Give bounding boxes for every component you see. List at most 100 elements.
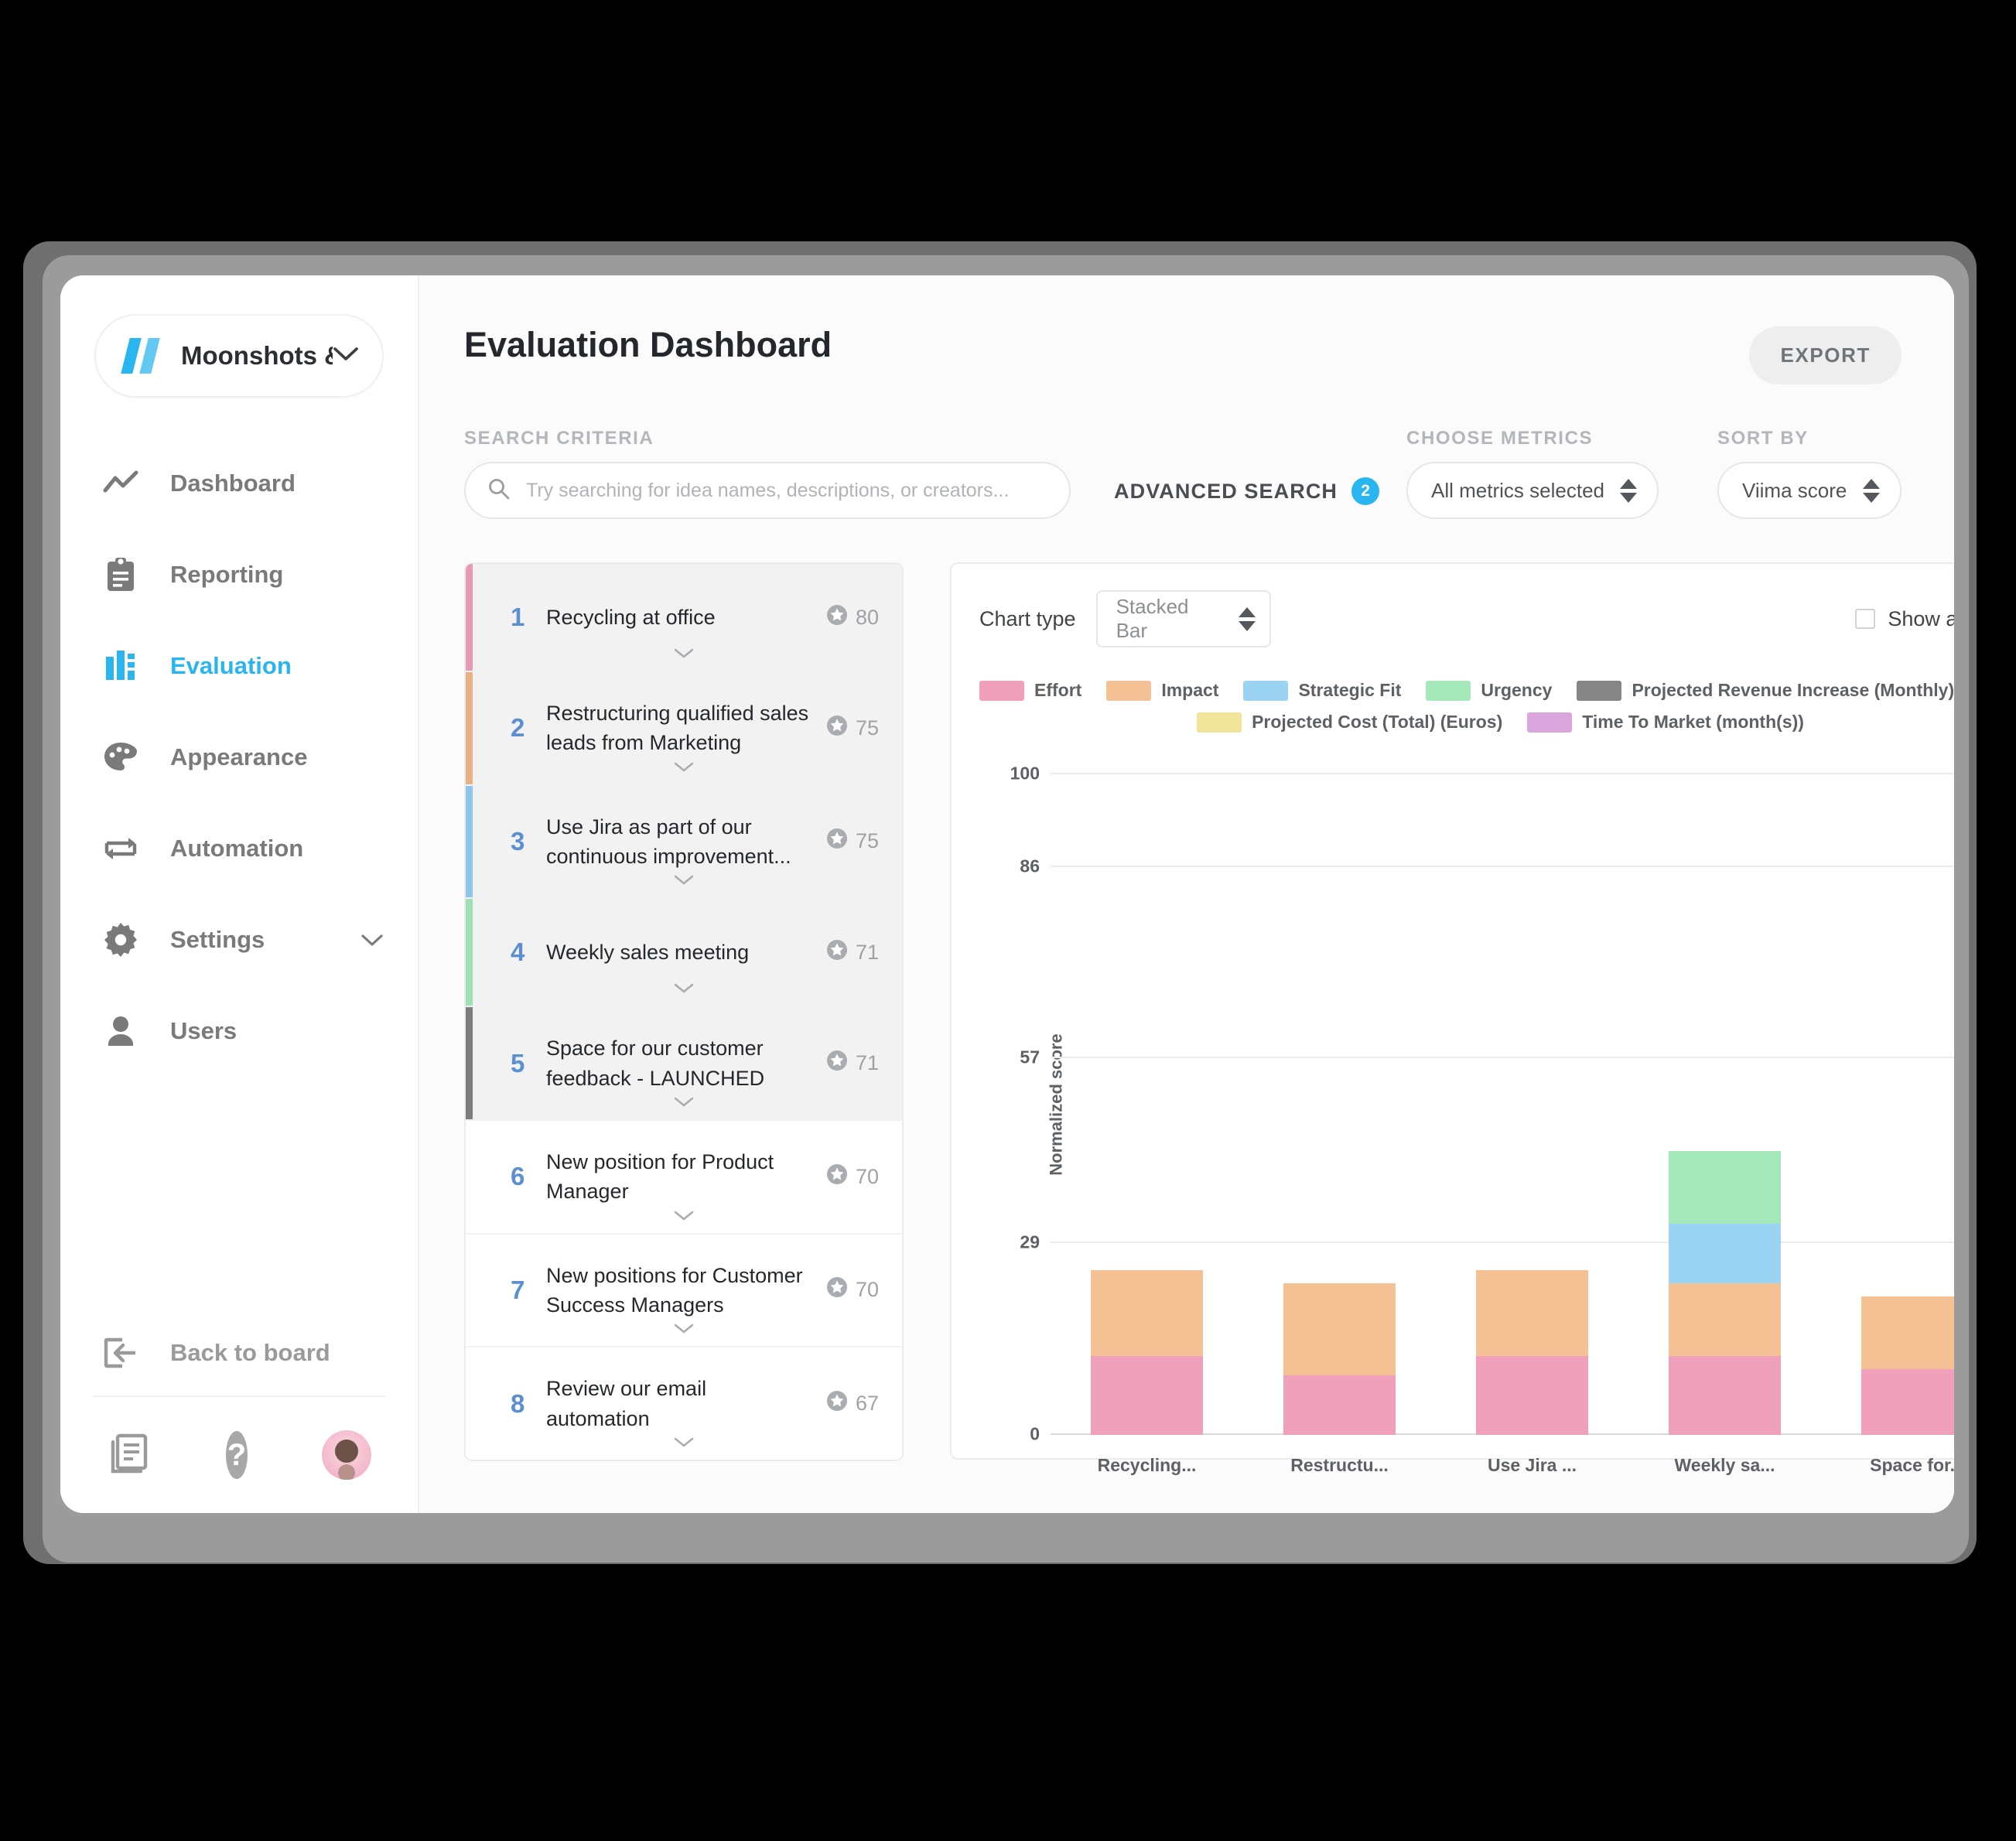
export-button[interactable]: EXPORT bbox=[1749, 326, 1902, 384]
advanced-search-button[interactable]: ADVANCED SEARCH 2 bbox=[1114, 477, 1380, 505]
bar-segment bbox=[1861, 1296, 1954, 1369]
chevron-down-icon[interactable] bbox=[672, 982, 695, 998]
idea-list-item[interactable]: 2 Restructuring qualified sales leads fro… bbox=[466, 672, 902, 786]
x-axis-label: Space for... bbox=[1870, 1455, 1954, 1475]
sidebar-item-dashboard[interactable]: Dashboard bbox=[60, 438, 418, 529]
board-selector[interactable]: Moonshots &... bbox=[94, 314, 384, 398]
idea-color-stripe bbox=[466, 899, 473, 1006]
idea-list-item[interactable]: 5 Space for our customer feedback - LAUNC… bbox=[466, 1007, 902, 1121]
idea-rank: 4 bbox=[511, 938, 525, 967]
legend-color-swatch bbox=[1243, 680, 1289, 701]
library-icon[interactable] bbox=[107, 1431, 152, 1480]
back-to-board-label: Back to board bbox=[170, 1339, 330, 1366]
sidebar-item-label: Users bbox=[170, 1017, 237, 1044]
legend-color-swatch bbox=[1197, 712, 1242, 733]
bar-segment bbox=[1283, 1375, 1396, 1435]
chart-legend-item[interactable]: Projected Revenue Increase (Monthly) (Eu… bbox=[1577, 680, 1954, 701]
chevron-down-icon[interactable] bbox=[360, 926, 384, 954]
idea-rank: 1 bbox=[511, 603, 525, 631]
stacked-bar[interactable] bbox=[1091, 1269, 1203, 1435]
chevron-down-icon bbox=[333, 347, 359, 366]
filter-bar: SEARCH CRITERIA ADVANCED SEARCH 2 CHOOSE… bbox=[419, 384, 1954, 519]
plot-area: Normalized score 100 86 57 29 0 Recycling...… bbox=[979, 763, 1954, 1475]
sidebar-item-label: Settings bbox=[170, 926, 265, 953]
show-average-label: Show average bbox=[1888, 606, 1954, 630]
search-input[interactable] bbox=[526, 479, 1047, 502]
idea-list-item[interactable]: 4 Weekly sales meeting 71 bbox=[466, 899, 902, 1008]
back-to-board-button[interactable]: Back to board bbox=[60, 1310, 418, 1395]
legend-color-swatch bbox=[979, 680, 1024, 701]
show-average-checkbox[interactable] bbox=[1855, 609, 1876, 629]
idea-list-item[interactable]: 8 Review our email automation 67 bbox=[466, 1347, 902, 1460]
x-axis-label: Recycling... bbox=[1097, 1455, 1197, 1475]
chart-card: Chart type Stacked Bar Show average Effo… bbox=[950, 562, 1954, 1475]
legend-label: Time To Market (month(s)) bbox=[1582, 712, 1804, 732]
sidebar-item-automation[interactable]: Automation bbox=[60, 803, 418, 894]
spinner-arrows-icon bbox=[1604, 478, 1637, 503]
palette-icon bbox=[101, 739, 141, 775]
chart-legend-item[interactable]: Time To Market (month(s)) bbox=[1527, 712, 1804, 733]
idea-title: Review our email automation bbox=[546, 1377, 707, 1430]
chart-type-value: Stacked Bar bbox=[1116, 595, 1189, 642]
chevron-down-icon[interactable] bbox=[672, 647, 695, 663]
stacked-bar[interactable] bbox=[1861, 1296, 1954, 1435]
chevron-down-icon[interactable] bbox=[672, 760, 695, 777]
sidebar-item-settings[interactable]: Settings bbox=[60, 894, 418, 985]
chevron-down-icon[interactable] bbox=[672, 1436, 695, 1452]
idea-color-stripe bbox=[466, 785, 473, 898]
idea-score: 70 bbox=[826, 1163, 879, 1190]
idea-rank: 3 bbox=[511, 826, 525, 856]
chart-legend-item[interactable]: Urgency bbox=[1426, 680, 1552, 701]
sort-by-select[interactable]: Viima score bbox=[1717, 462, 1902, 519]
chevron-down-icon[interactable] bbox=[672, 1209, 695, 1225]
chart-legend-item[interactable]: Strategic Fit bbox=[1243, 680, 1401, 701]
sidebar-item-reporting[interactable]: Reporting bbox=[60, 529, 418, 620]
idea-title: New positions for Customer Success Manag… bbox=[546, 1263, 803, 1317]
idea-title: Space for our customer feedback - LAUNCH… bbox=[546, 1037, 765, 1090]
stacked-bar[interactable] bbox=[1669, 1150, 1781, 1435]
chart-legend-item[interactable]: Effort bbox=[979, 680, 1081, 701]
search-box[interactable] bbox=[464, 462, 1071, 519]
sidebar-item-appearance[interactable]: Appearance bbox=[60, 712, 418, 803]
choose-metrics-value: All metrics selected bbox=[1431, 478, 1604, 502]
star-icon bbox=[826, 1163, 848, 1190]
chart-type-select[interactable]: Stacked Bar bbox=[1095, 590, 1271, 647]
legend-color-swatch bbox=[1426, 680, 1471, 701]
idea-color-stripe bbox=[466, 672, 473, 784]
sidebar-item-users[interactable]: Users bbox=[60, 985, 418, 1077]
chevron-down-icon[interactable] bbox=[672, 1095, 695, 1112]
sidebar-item-label: Reporting bbox=[170, 561, 284, 588]
y-axis-tick: 29 bbox=[1020, 1231, 1040, 1252]
star-icon bbox=[826, 1050, 848, 1077]
choose-metrics-group: CHOOSE METRICS All metrics selected bbox=[1406, 428, 1659, 519]
chart-legend-item[interactable]: Impact bbox=[1106, 680, 1218, 701]
chevron-down-icon[interactable] bbox=[672, 1322, 695, 1338]
content-split: 1 Recycling at office 80 2 Restructuring qua… bbox=[419, 519, 1954, 1475]
sidebar-nav: Dashboard Reporting Evaluation Appearanc… bbox=[60, 438, 418, 1077]
idea-score: 75 bbox=[826, 715, 879, 742]
advanced-search-count-badge: 2 bbox=[1351, 477, 1380, 505]
legend-label: Urgency bbox=[1481, 680, 1553, 700]
legend-label: Projected Cost (Total) (Euros) bbox=[1252, 712, 1503, 732]
avatar[interactable] bbox=[322, 1430, 371, 1480]
sidebar-item-evaluation[interactable]: Evaluation bbox=[60, 620, 418, 712]
sidebar-item-label: Automation bbox=[170, 835, 304, 862]
idea-list-item[interactable]: 3 Use Jira as part of our continuous impr… bbox=[466, 785, 902, 900]
idea-list-item[interactable]: 6 New position for Product Manager 70 bbox=[466, 1121, 902, 1235]
help-icon[interactable]: ? bbox=[226, 1431, 248, 1479]
sort-by-group: SORT BY Viima score bbox=[1717, 428, 1902, 519]
bar-segment bbox=[1091, 1269, 1203, 1356]
y-axis-tick: 86 bbox=[1020, 856, 1040, 876]
idea-list-item[interactable]: 1 Recycling at office 80 bbox=[466, 564, 902, 672]
stacked-bar[interactable] bbox=[1283, 1283, 1396, 1435]
show-average-toggle[interactable]: Show average bbox=[1855, 607, 1954, 631]
chart-legend-item[interactable]: Projected Cost (Total) (Euros) bbox=[1197, 712, 1502, 733]
idea-title: Weekly sales meeting bbox=[546, 941, 750, 965]
bar-segment bbox=[1091, 1355, 1203, 1435]
stacked-bar[interactable] bbox=[1476, 1269, 1588, 1435]
idea-list-item[interactable]: 7 New positions for Customer Success Mana… bbox=[466, 1235, 902, 1348]
chevron-down-icon[interactable] bbox=[672, 873, 695, 890]
choose-metrics-select[interactable]: All metrics selected bbox=[1406, 462, 1659, 519]
x-axis-label: Weekly sa... bbox=[1674, 1455, 1775, 1475]
choose-metrics-label: CHOOSE METRICS bbox=[1406, 428, 1594, 449]
